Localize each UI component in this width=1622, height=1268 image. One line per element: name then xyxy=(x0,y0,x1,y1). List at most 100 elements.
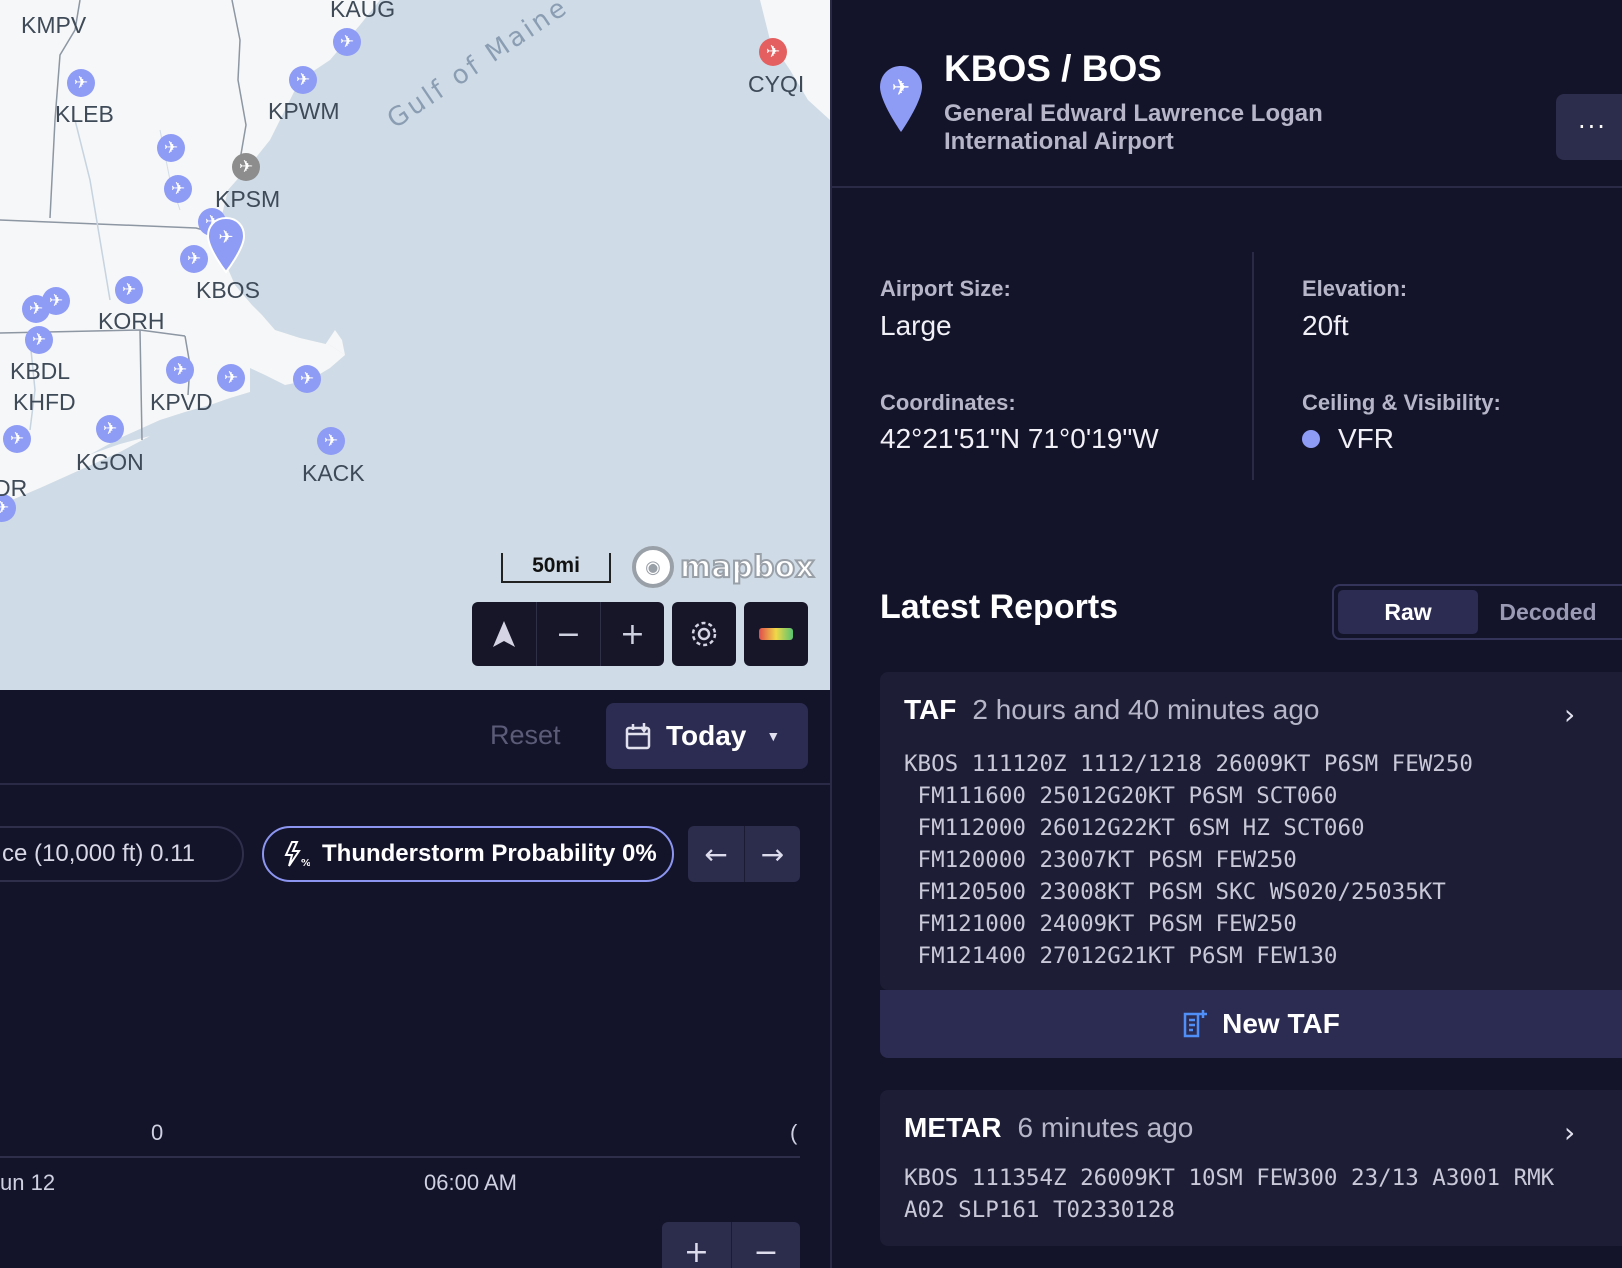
airport-label: KACK xyxy=(302,460,365,486)
arrow-left-icon[interactable]: ← xyxy=(688,826,744,882)
elevation-label: Elevation: xyxy=(1302,276,1408,301)
report-header: METAR 6 minutes ago xyxy=(904,1112,1193,1144)
chart-value-label: 0 xyxy=(151,1120,164,1145)
more-options-button[interactable]: ··· xyxy=(1556,94,1622,160)
report-age: 2 hours and 40 minutes ago xyxy=(972,694,1320,725)
svg-text:✈: ✈ xyxy=(892,76,910,101)
mapbox-wordmark: mapbox xyxy=(679,549,815,586)
caret-down-icon: ▼ xyxy=(766,728,781,744)
airport-marker[interactable]: ✈ xyxy=(115,276,143,304)
airport-marker[interactable]: ✈ xyxy=(96,415,124,443)
new-taf-button[interactable]: New TAF xyxy=(880,990,1622,1058)
airport-label: KHFD xyxy=(13,389,76,415)
airport-label: KMPV xyxy=(21,12,87,38)
forecast-panel: Reset Today ▼ ce (10,000 ft) 0.11 % Thun… xyxy=(0,690,830,1268)
map-settings-button[interactable] xyxy=(672,602,736,666)
airport-marker[interactable]: ✈ xyxy=(25,326,53,354)
flight-category-dot xyxy=(1302,430,1320,448)
airport-label: KPVD xyxy=(150,389,213,415)
airport-marker[interactable]: ✈ xyxy=(759,38,787,66)
airport-marker[interactable]: ✈ xyxy=(333,28,361,56)
airport-label: KBOS xyxy=(196,277,260,303)
svg-text:%: % xyxy=(301,858,310,868)
svg-text:✈: ✈ xyxy=(218,227,233,248)
selected-airport-pin-icon[interactable]: ✈ xyxy=(206,216,246,274)
airport-marker[interactable]: ✈ xyxy=(180,245,208,273)
airport-size-value: Large xyxy=(880,310,952,341)
airport-label: KBDL xyxy=(10,358,71,384)
airport-marker[interactable]: ✈ xyxy=(289,66,317,94)
taf-report-card[interactable]: TAF 2 hours and 40 minutes ago › KBOS 11… xyxy=(880,672,1622,990)
raw-tab[interactable]: Raw xyxy=(1338,590,1478,634)
date-selector-button[interactable]: Today ▼ xyxy=(606,703,808,769)
airport-title: KBOS / BOS xyxy=(944,48,1162,89)
forecast-metric-pill-active[interactable]: % Thunderstorm Probability 0% xyxy=(262,826,674,882)
coordinates-label: Coordinates: xyxy=(880,390,1016,415)
chart-zoom-out-button[interactable]: − xyxy=(731,1222,800,1268)
chart-zoom-controls: + − xyxy=(662,1222,800,1268)
airport-detail-panel: ✈ KBOS / BOS General Edward Lawrence Log… xyxy=(832,0,1622,1268)
airport-marker[interactable]: ✈ xyxy=(67,69,95,97)
pill-label: Thunderstorm Probability 0% xyxy=(322,840,657,867)
chevron-right-icon[interactable]: › xyxy=(1564,698,1575,731)
metar-report-card[interactable]: METAR 6 minutes ago › KBOS 111354Z 26009… xyxy=(880,1090,1622,1246)
date-selector-label: Today xyxy=(666,720,747,751)
new-taf-label: New TAF xyxy=(1222,1008,1340,1039)
report-type: METAR xyxy=(904,1112,1002,1143)
divider xyxy=(1252,252,1254,480)
chart-tick-label: 06:00 AM xyxy=(424,1170,517,1195)
pill-label: ce (10,000 ft) 0.11 xyxy=(2,840,196,867)
zoom-out-button[interactable]: − xyxy=(536,602,600,666)
flight-category-text: VFR xyxy=(1338,423,1394,454)
airport-label: KPWM xyxy=(268,98,340,124)
airport-marker[interactable]: ✈ xyxy=(317,427,345,455)
map-legend-button[interactable] xyxy=(744,602,808,666)
new-document-icon xyxy=(1183,1010,1208,1038)
ceiling-visibility-label: Ceiling & Visibility: xyxy=(1302,390,1501,415)
color-gradient-icon xyxy=(759,628,793,640)
metric-scroll-controls: ← → xyxy=(688,826,800,882)
compass-button[interactable] xyxy=(472,602,536,666)
report-format-toggle: Raw Decoded xyxy=(1332,584,1622,640)
airport-marker[interactable]: ✈ xyxy=(232,153,260,181)
airport-marker[interactable]: ✈ xyxy=(164,175,192,203)
arrow-right-icon[interactable]: → xyxy=(744,826,800,882)
airport-label: KORH xyxy=(98,308,165,334)
airport-marker[interactable]: ✈ xyxy=(293,365,321,393)
zoom-in-button[interactable]: + xyxy=(600,602,664,666)
reset-button[interactable]: Reset xyxy=(490,720,561,751)
airport-label: KAUG xyxy=(330,0,396,22)
map-view[interactable]: Gulf of Maine ✈ ✈ ✈ ✈ ✈ ✈ ✈ ✈ ✈ ✈ ✈ ✈ ✈ … xyxy=(0,0,830,690)
report-type: TAF xyxy=(904,694,957,725)
decoded-tab[interactable]: Decoded xyxy=(1478,590,1618,634)
chart-axis xyxy=(0,1156,800,1158)
airport-marker[interactable]: ✈ xyxy=(22,295,50,323)
mapbox-logo-icon: ◉ xyxy=(632,546,674,588)
gear-icon xyxy=(672,602,736,666)
airport-marker[interactable]: ✈ xyxy=(157,134,185,162)
airport-label: KPSM xyxy=(215,186,281,212)
chart-zoom-in-button[interactable]: + xyxy=(662,1222,731,1268)
calendar-icon xyxy=(625,723,651,750)
airport-pin-icon: ✈ xyxy=(880,66,922,132)
airport-full-name: General Edward Lawrence Logan Internatio… xyxy=(944,100,1323,155)
coordinates-value: 42°21'51"N 71°0'19"W xyxy=(880,423,1159,454)
forecast-metric-pill[interactable]: ce (10,000 ft) 0.11 xyxy=(0,826,244,882)
divider xyxy=(0,783,830,785)
airport-label: CYQI xyxy=(748,71,805,97)
taf-raw-text: KBOS 111120Z 1112/1218 26009KT P6SM FEW2… xyxy=(904,751,1473,969)
chart-tick-label: un 12 xyxy=(0,1170,56,1195)
report-age: 6 minutes ago xyxy=(1017,1112,1194,1143)
metar-raw-text: KBOS 111354Z 26009KT 10SM FEW300 23/13 A… xyxy=(904,1165,1555,1223)
map-scale: 50mi xyxy=(501,553,611,583)
airport-label: KGON xyxy=(76,449,144,475)
airport-marker[interactable]: ✈ xyxy=(3,425,31,453)
airport-marker[interactable]: ✈ xyxy=(217,364,245,392)
ceiling-visibility-value: VFR xyxy=(1302,423,1394,455)
latest-reports-title: Latest Reports xyxy=(880,588,1119,626)
airport-label: KLEB xyxy=(55,101,114,127)
map-navigation-controls: − + xyxy=(472,602,664,666)
mapbox-attribution[interactable]: ◉ mapbox xyxy=(632,546,815,588)
chevron-right-icon[interactable]: › xyxy=(1564,1116,1575,1149)
airport-marker[interactable]: ✈ xyxy=(166,356,194,384)
